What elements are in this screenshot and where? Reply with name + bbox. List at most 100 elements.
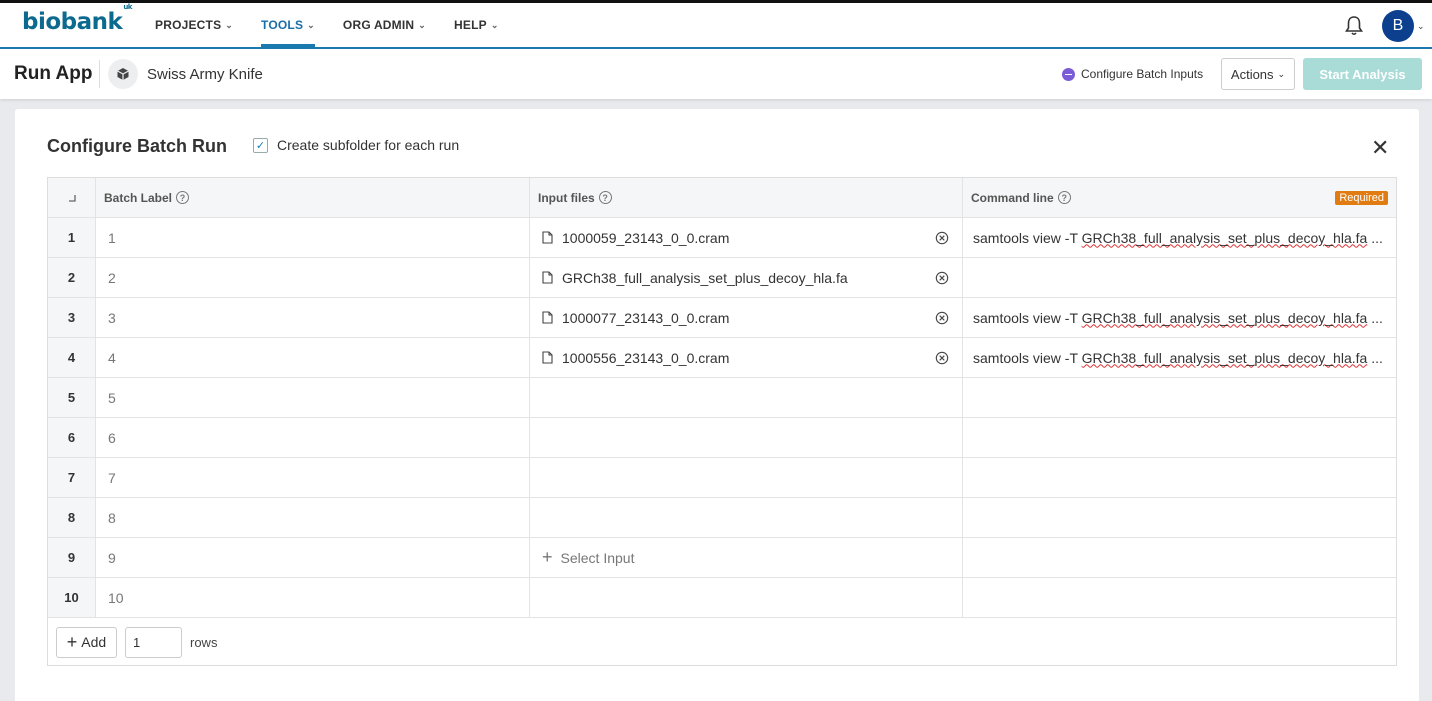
batch-label-cell[interactable]: 6 (96, 418, 530, 457)
input-file-name[interactable]: 1000059_23143_0_0.cram (562, 230, 729, 246)
command-line-cell[interactable]: samtools view -T GRCh38_full_analysis_se… (963, 298, 1396, 337)
subfolder-checkbox[interactable]: ✓ (253, 137, 268, 153)
command-text[interactable]: samtools view -T GRCh38_full_analysis_se… (973, 230, 1383, 246)
help-icon[interactable]: ? (1057, 191, 1071, 204)
row-number: 5 (48, 378, 96, 417)
row-number: 10 (48, 578, 96, 617)
nav-help[interactable]: HELP ⌄ (454, 3, 499, 47)
input-file-name[interactable]: GRCh38_full_analysis_set_plus_decoy_hla.… (562, 270, 848, 286)
row-number: 7 (48, 458, 96, 497)
help-icon[interactable]: ? (176, 191, 190, 204)
command-line-cell[interactable]: samtools view -T GRCh38_full_analysis_se… (963, 338, 1396, 377)
add-rows-button[interactable]: + Add (56, 626, 117, 658)
remove-circle-icon[interactable] (935, 351, 949, 365)
command-line-cell[interactable]: samtools view -T GRCh38_full_analysis_se… (963, 218, 1396, 257)
input-file-name[interactable]: 1000556_23143_0_0.cram (562, 350, 729, 366)
chevron-down-icon: ⌄ (418, 19, 427, 30)
input-files-cell[interactable] (530, 378, 963, 417)
chevron-down-icon: ⌄ (225, 19, 234, 30)
batch-label-cell[interactable]: 8 (96, 498, 530, 537)
input-file-name[interactable]: 1000077_23143_0_0.cram (562, 310, 729, 326)
batch-label-cell[interactable]: 5 (96, 378, 530, 417)
remove-circle-icon[interactable] (935, 311, 949, 325)
chevron-down-icon[interactable]: ⌄ (1417, 21, 1425, 32)
input-files-cell[interactable] (530, 458, 963, 497)
command-line-cell[interactable] (963, 258, 1396, 297)
biobank-logo[interactable]: biobankuk (22, 3, 132, 35)
row-number: 9 (48, 538, 96, 577)
subfolder-option[interactable]: ✓ Create subfolder for each run (253, 137, 459, 153)
command-reference: GRCh38_full_analysis_set_plus_decoy_hla.… (1081, 349, 1368, 366)
bell-icon[interactable] (1344, 15, 1364, 37)
batch-label-cell[interactable]: 1 (96, 218, 530, 257)
input-files-cell[interactable]: 1000077_23143_0_0.cram (530, 298, 963, 337)
nav-projects[interactable]: PROJECTS ⌄ (155, 3, 233, 47)
table-row: 88 (48, 498, 1396, 538)
batch-label-cell[interactable]: 10 (96, 578, 530, 617)
batch-label-cell[interactable]: 3 (96, 298, 530, 337)
input-files-cell[interactable]: GRCh38_full_analysis_set_plus_decoy_hla.… (530, 258, 963, 297)
actions-dropdown[interactable]: Actions ⌄ (1221, 58, 1295, 90)
row-number: 6 (48, 418, 96, 457)
batch-label-cell[interactable]: 4 (96, 338, 530, 377)
nav-org-admin[interactable]: ORG ADMIN ⌄ (343, 3, 426, 47)
input-files-cell[interactable]: 1000059_23143_0_0.cram (530, 218, 963, 257)
command-line-cell[interactable] (963, 498, 1396, 537)
start-analysis-button[interactable]: Start Analysis (1303, 58, 1422, 90)
run-app-header: Run App Swiss Army Knife Configure Batch… (0, 49, 1432, 99)
table-row: 2 2 GRCh38_full_analysis_set_plus_decoy_hl… (48, 258, 1396, 298)
command-text[interactable]: samtools view -T GRCh38_full_analysis_se… (973, 350, 1383, 366)
status-indicator: Configure Batch Inputs (1062, 67, 1203, 81)
header-batch-label: Batch Label? (96, 178, 530, 217)
batch-label-cell[interactable]: 2 (96, 258, 530, 297)
help-icon[interactable]: ? (598, 191, 612, 204)
file-icon (542, 271, 553, 284)
close-icon[interactable]: ✕ (1371, 135, 1389, 161)
row-count-input[interactable] (125, 626, 182, 658)
command-line-cell[interactable] (963, 458, 1396, 497)
remove-circle-icon[interactable] (935, 231, 949, 245)
input-files-cell[interactable]: + Select Input (530, 538, 963, 577)
input-files-cell[interactable] (530, 418, 963, 457)
command-reference: GRCh38_full_analysis_set_plus_decoy_hla.… (1081, 309, 1368, 326)
configure-batch-panel: Configure Batch Run ✓ Create subfolder f… (15, 109, 1419, 701)
table-footer: +Add rows (48, 618, 1396, 666)
table-row: 66 (48, 418, 1396, 458)
input-files-cell[interactable] (530, 578, 963, 617)
chevron-down-icon: ⌄ (490, 19, 499, 30)
resize-corner-icon[interactable] (48, 178, 96, 217)
minus-circle-icon (1062, 67, 1075, 81)
command-line-cell[interactable] (963, 538, 1396, 577)
batch-label-cell[interactable]: 7 (96, 458, 530, 497)
command-line-cell[interactable] (963, 578, 1396, 617)
command-suffix: ... (1367, 309, 1383, 326)
main-nav: PROJECTS ⌄ TOOLS ⌄ ORG ADMIN ⌄ HELP ⌄ (155, 3, 527, 47)
file-icon (542, 231, 553, 244)
status-label: Configure Batch Inputs (1081, 67, 1204, 81)
command-line-cell[interactable] (963, 378, 1396, 417)
header-input-files: Input files? (530, 178, 963, 217)
input-files-cell[interactable]: 1000556_23143_0_0.cram (530, 338, 963, 377)
required-badge: Required (1335, 191, 1388, 205)
command-text[interactable]: samtools view -T GRCh38_full_analysis_se… (973, 310, 1383, 326)
rows-label: rows (190, 634, 218, 650)
batch-label-cell[interactable]: 9 (96, 538, 530, 577)
header-command-line: Command line? Required (963, 178, 1396, 217)
nav-tools[interactable]: TOOLS ⌄ (261, 3, 315, 47)
top-navbar: biobankuk PROJECTS ⌄ TOOLS ⌄ ORG ADMIN ⌄ HE… (0, 0, 1432, 49)
command-line-cell[interactable] (963, 418, 1396, 457)
select-input-link[interactable]: Select Input (561, 550, 635, 566)
row-number: 2 (48, 258, 96, 297)
table-header-row: Batch Label? Input files? Command line? R… (48, 178, 1396, 218)
user-avatar[interactable]: B (1382, 10, 1414, 42)
remove-circle-icon[interactable] (935, 271, 949, 285)
table-row: 1 1 1000059_23143_0_0.cram samtools view -T… (48, 218, 1396, 258)
app-name: Swiss Army Knife (147, 66, 263, 83)
chevron-down-icon: ⌄ (1277, 68, 1286, 79)
file-icon (542, 311, 553, 324)
row-number: 4 (48, 338, 96, 377)
plus-icon: + (66, 631, 78, 652)
input-files-cell[interactable] (530, 498, 963, 537)
command-prefix: samtools view -T (973, 309, 1082, 326)
subfolder-label: Create subfolder for each run (277, 137, 460, 153)
